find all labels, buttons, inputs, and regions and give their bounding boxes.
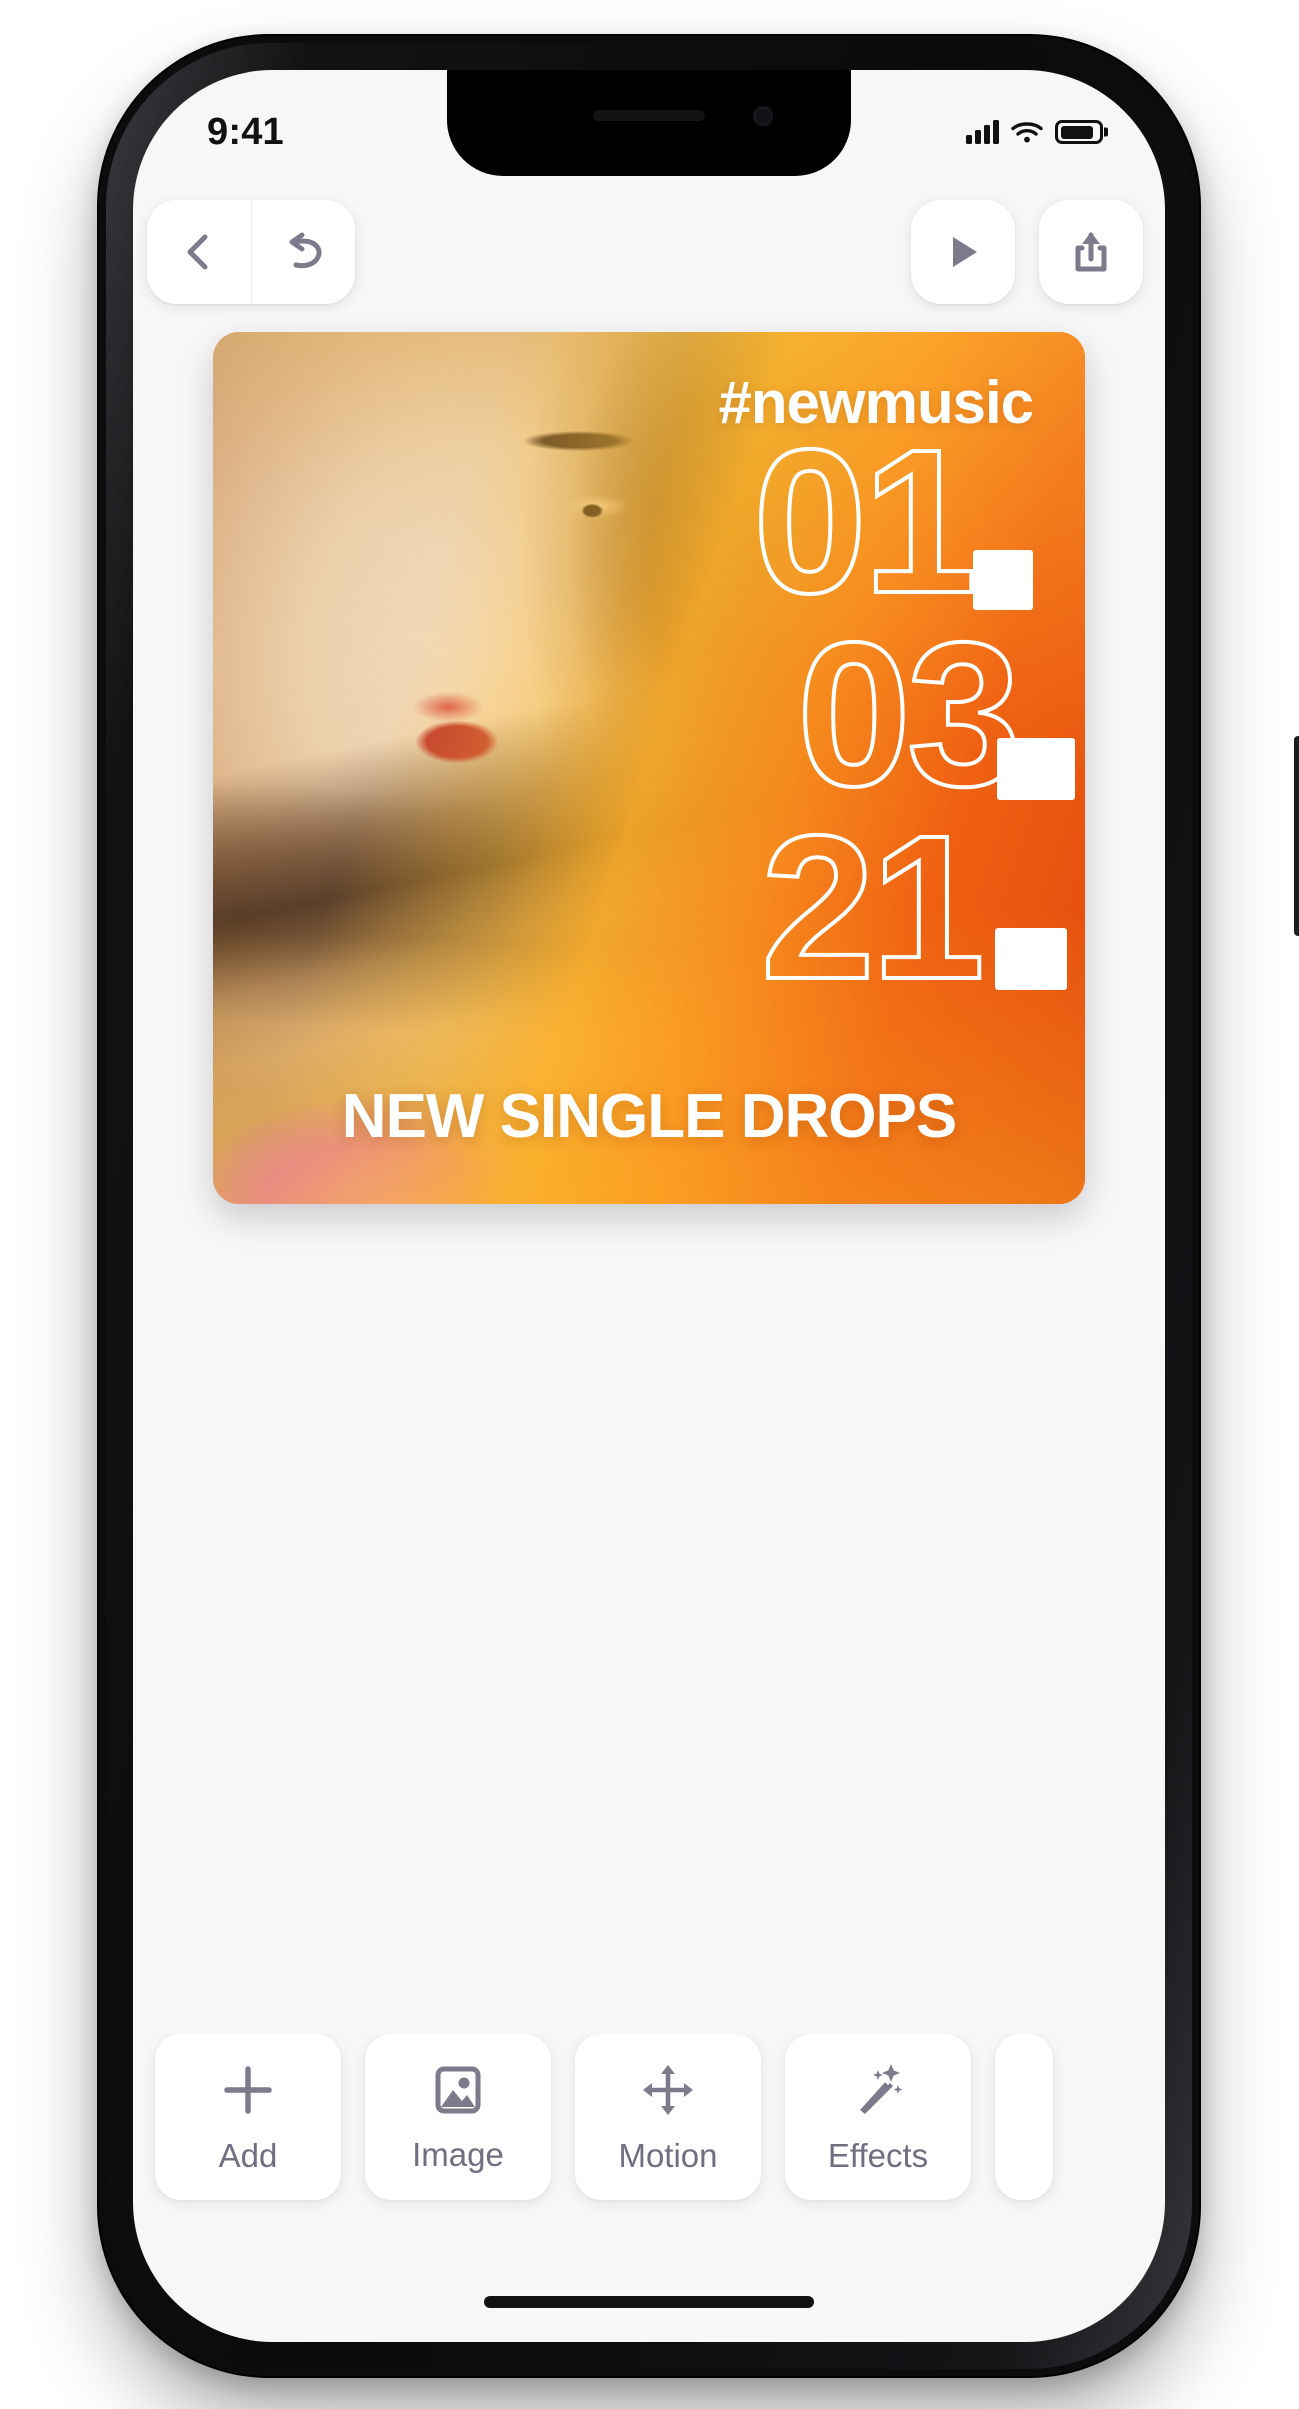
undo-button[interactable] <box>251 200 355 304</box>
power-button[interactable] <box>1294 736 1299 936</box>
poster-canvas[interactable]: #newmusic 01 03 21 NEW SINGLE DROPS <box>213 332 1085 1204</box>
poster-number-line[interactable]: 03 <box>795 610 1023 819</box>
share-up-arrow-icon <box>1075 232 1107 272</box>
tool-label: Effects <box>827 2137 929 2174</box>
action-button-group <box>911 200 1143 304</box>
play-triangle-icon <box>953 237 977 267</box>
tool-motion[interactable]: Motion <box>575 2034 761 2200</box>
tool-image[interactable]: Image <box>365 2034 551 2200</box>
poster-number-line[interactable]: 21 <box>759 803 987 1012</box>
magic-wand-icon <box>860 2064 903 2114</box>
tool-label: Add <box>218 2137 278 2174</box>
move-arrows-icon <box>643 2065 693 2115</box>
nav-button-group <box>147 200 355 304</box>
poster-number-stack: 01 03 21 <box>213 417 1085 1038</box>
poster-number-line[interactable]: 01 <box>751 417 979 626</box>
earpiece-speaker <box>593 110 705 121</box>
undo-arrow-icon <box>289 232 321 269</box>
tool-effects[interactable]: Effects <box>785 2034 971 2200</box>
canvas-area: #newmusic 01 03 21 NEW SINGLE DROPS <box>133 332 1165 1204</box>
tool-label: Image <box>412 2136 504 2173</box>
tool-label: Motion <box>618 2137 718 2174</box>
battery-icon <box>1055 120 1103 144</box>
back-button[interactable] <box>147 200 251 304</box>
editor-toolbar <box>133 190 1165 314</box>
cellular-signal-icon <box>966 120 999 144</box>
plus-icon <box>224 2066 272 2114</box>
play-button[interactable] <box>911 200 1015 304</box>
decor-block <box>995 928 1067 990</box>
decor-block <box>973 550 1033 610</box>
home-indicator[interactable] <box>484 2296 814 2308</box>
wifi-icon <box>1011 122 1043 143</box>
picture-icon <box>435 2066 481 2114</box>
tool-add[interactable]: Add <box>155 2034 341 2200</box>
status-icons <box>966 120 1103 144</box>
phone-screen: 9:41 #newmusic 01 03 21 NEW SINGLE DROPS… <box>133 70 1165 2342</box>
poster-headline[interactable]: NEW SINGLE DROPS <box>213 1081 1085 1152</box>
status-time: 9:41 <box>207 110 284 153</box>
decor-block <box>997 738 1075 800</box>
tool-next-partial[interactable] <box>995 2034 1053 2200</box>
display-notch <box>447 70 851 176</box>
tool-rail: Add Image Motion Effects <box>133 2034 1165 2224</box>
screenshot-stage: 9:41 #newmusic 01 03 21 NEW SINGLE DROPS… <box>0 0 1299 2409</box>
chevron-left-icon <box>187 234 208 270</box>
front-camera <box>753 106 773 126</box>
share-button[interactable] <box>1039 200 1143 304</box>
